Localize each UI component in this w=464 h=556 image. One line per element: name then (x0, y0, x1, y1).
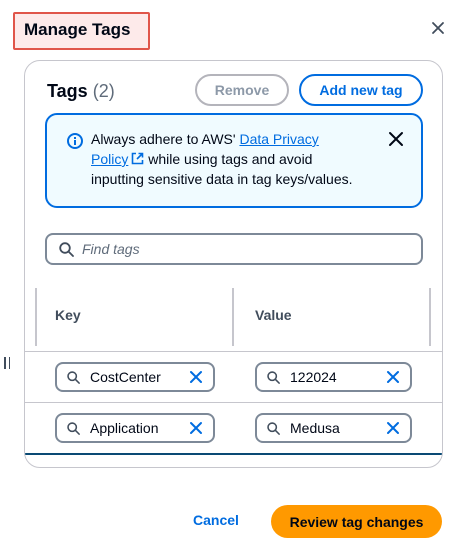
table-divider (25, 402, 442, 403)
close-icon (432, 22, 444, 34)
modal-title: Manage Tags (24, 20, 131, 39)
clear-icon[interactable] (386, 370, 400, 384)
search-icon (67, 370, 80, 384)
column-header-key: Key (55, 307, 81, 323)
external-link-icon (132, 152, 144, 165)
search-icon (67, 421, 80, 435)
info-alert: Always adhere to AWS' Data Privacy Polic… (45, 113, 423, 208)
tag-value-input[interactable]: 122024 (255, 362, 412, 392)
info-alert-text: Always adhere to AWS' Data Privacy Polic… (91, 129, 353, 189)
table-divider (25, 351, 442, 352)
tag-key-value: CostCenter (90, 369, 161, 385)
column-header-value: Value (255, 307, 292, 323)
search-icon (267, 370, 280, 384)
column-separator (429, 288, 431, 346)
resize-handle[interactable] (4, 357, 10, 369)
table-bottom-border (25, 453, 442, 455)
modal-close-button[interactable] (428, 18, 448, 38)
remove-button[interactable]: Remove (195, 74, 289, 106)
alert-dismiss-icon[interactable] (386, 129, 406, 149)
find-tags-search[interactable] (45, 233, 423, 265)
tag-value-value: Medusa (290, 420, 340, 436)
tags-heading: Tags (2) (47, 81, 115, 102)
review-tag-changes-button[interactable]: Review tag changes (271, 505, 442, 538)
tag-key-input[interactable]: CostCenter (55, 362, 215, 392)
clear-icon[interactable] (189, 370, 203, 384)
tag-value-value: 122024 (290, 369, 337, 385)
search-icon (267, 421, 280, 435)
search-icon (59, 241, 74, 257)
tags-panel: Tags (2) Remove Add new tag Always adher… (24, 60, 443, 468)
column-separator (35, 288, 37, 346)
tags-count: (2) (92, 81, 115, 101)
tag-key-value: Application (90, 420, 159, 436)
cancel-button[interactable]: Cancel (193, 512, 239, 528)
info-text-before: Always adhere to AWS' (91, 131, 240, 147)
tag-key-input[interactable]: Application (55, 413, 215, 443)
tag-value-input[interactable]: Medusa (255, 413, 412, 443)
add-new-tag-button[interactable]: Add new tag (299, 74, 423, 106)
tags-heading-label: Tags (47, 81, 88, 101)
column-separator[interactable] (232, 288, 234, 346)
info-icon (67, 133, 83, 149)
clear-icon[interactable] (189, 421, 203, 435)
search-input[interactable] (82, 241, 402, 257)
clear-icon[interactable] (386, 421, 400, 435)
